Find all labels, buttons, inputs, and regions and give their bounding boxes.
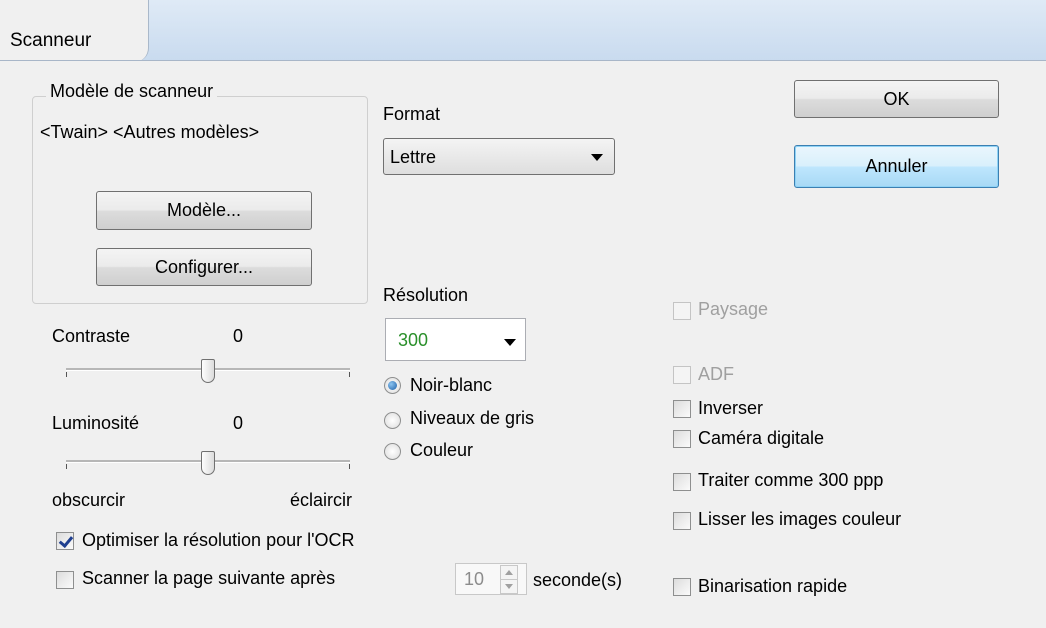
brightness-tick [66, 464, 67, 469]
spin-up-button[interactable] [500, 565, 518, 580]
fast-binarization-label: Binarisation rapide [698, 576, 848, 596]
radio-black-white[interactable] [384, 377, 401, 394]
digital-camera-checkbox[interactable] [673, 430, 691, 448]
resolution-label: Résolution [383, 285, 469, 305]
smooth-color-images-checkbox[interactable] [673, 512, 691, 530]
landscape-checkbox[interactable] [673, 302, 691, 320]
delay-seconds-spinner[interactable]: 10 [455, 563, 527, 595]
resolution-value: 300 [398, 330, 429, 350]
arrow-down-icon [505, 584, 513, 589]
adf-checkbox[interactable] [673, 366, 691, 384]
radio-color[interactable] [384, 443, 401, 460]
invert-label: Inverser [698, 398, 764, 418]
arrow-up-icon [505, 570, 513, 575]
format-dropdown[interactable]: Lettre [383, 138, 615, 175]
ok-button[interactable]: OK [794, 80, 999, 118]
title-bar: Scanneur [0, 0, 1046, 62]
smooth-color-images-label: Lisser les images couleur [698, 509, 902, 529]
scan-next-page-label: Scanner la page suivante après [82, 568, 336, 588]
configure-button[interactable]: Configurer... [96, 248, 312, 286]
brightness-value: 0 [233, 413, 244, 433]
contrast-tick [66, 372, 67, 377]
adf-label: ADF [698, 364, 734, 384]
delay-seconds-value: 10 [464, 569, 485, 589]
chevron-down-icon [504, 339, 516, 346]
fast-binarization-checkbox[interactable] [673, 578, 691, 596]
brightness-max-label: éclaircir [290, 490, 353, 510]
brightness-tick [349, 464, 350, 469]
checkmark-icon [58, 532, 74, 549]
format-value: Lettre [390, 147, 437, 167]
treat-300dpi-checkbox[interactable] [673, 473, 691, 491]
radio-grayscale-label: Niveaux de gris [410, 408, 535, 428]
cancel-button[interactable]: Annuler [794, 145, 999, 188]
scan-next-page-checkbox[interactable] [56, 571, 74, 589]
brightness-label: Luminosité [52, 413, 140, 433]
contrast-value: 0 [233, 326, 244, 346]
window-title: Scanneur [10, 30, 92, 51]
optimize-ocr-label: Optimiser la résolution pour l'OCR [82, 530, 355, 550]
radio-color-label: Couleur [410, 440, 474, 460]
model-button[interactable]: Modèle... [96, 191, 312, 230]
radio-grayscale[interactable] [384, 412, 401, 429]
invert-checkbox[interactable] [673, 400, 691, 418]
title-tab: Scanneur [0, 0, 149, 62]
digital-camera-label: Caméra digitale [698, 428, 825, 448]
optimize-ocr-checkbox[interactable] [56, 532, 74, 550]
format-label: Format [383, 104, 441, 124]
scanner-model-group-label: Modèle de scanneur [46, 81, 218, 102]
contrast-tick [349, 372, 350, 377]
landscape-label: Paysage [698, 299, 769, 319]
delay-unit-label: seconde(s) [533, 570, 623, 590]
chevron-down-icon [591, 154, 603, 161]
radio-selected-dot [388, 381, 397, 390]
radio-black-white-label: Noir-blanc [410, 375, 493, 395]
contrast-label: Contraste [52, 326, 131, 346]
brightness-slider-thumb[interactable] [201, 451, 215, 475]
treat-300dpi-label: Traiter comme 300 ppp [698, 470, 884, 490]
brightness-min-label: obscurcir [52, 490, 126, 510]
contrast-slider-thumb[interactable] [201, 359, 215, 383]
spin-down-button[interactable] [500, 579, 518, 594]
scanner-model-current: <Twain> <Autres modèles> [40, 122, 260, 142]
resolution-dropdown[interactable]: 300 [385, 318, 526, 361]
